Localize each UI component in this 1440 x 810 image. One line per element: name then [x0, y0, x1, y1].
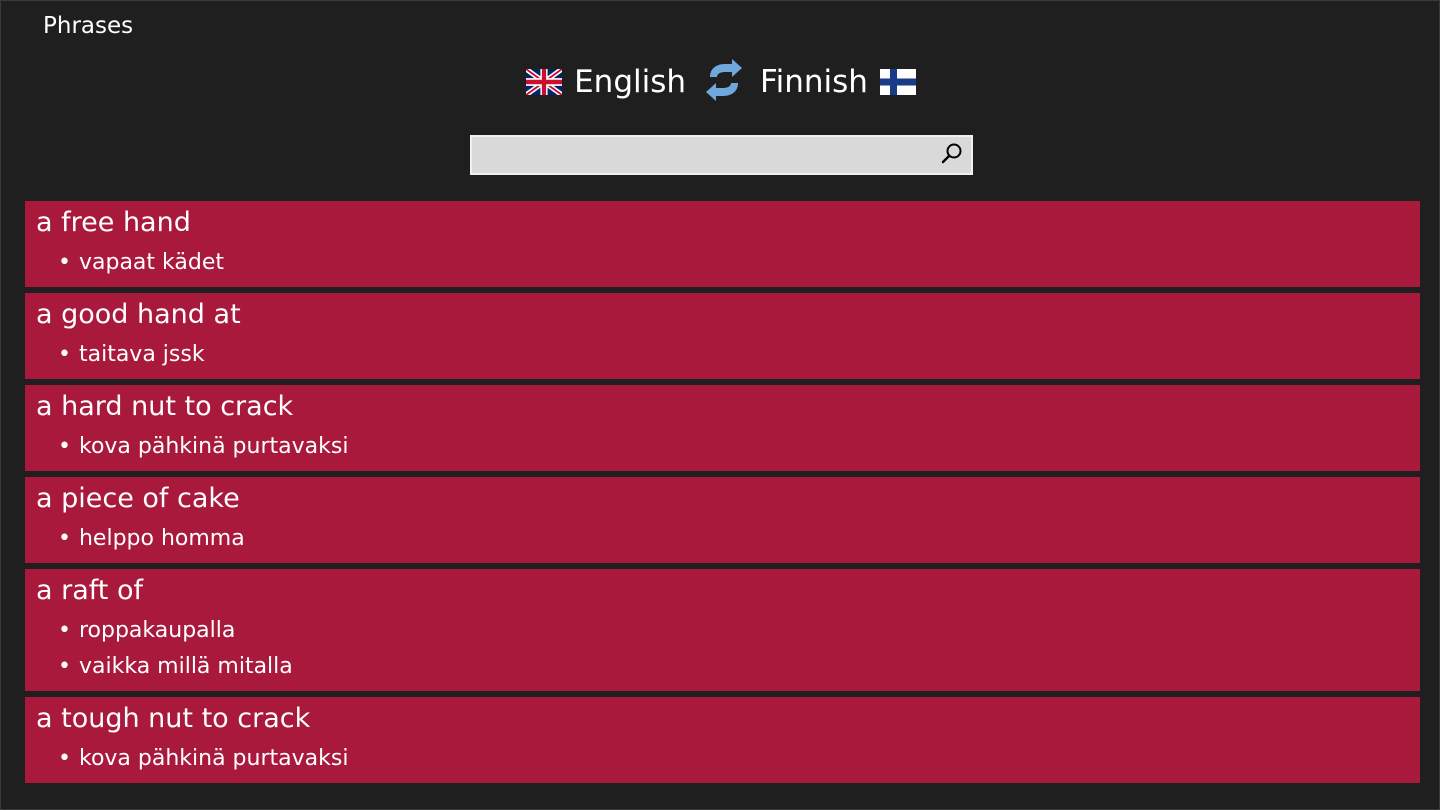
- phrase-entry[interactable]: a free hand • vapaat kädet: [25, 201, 1420, 287]
- target-language-label: Finnish: [760, 64, 868, 100]
- app-title: Phrases: [43, 13, 134, 39]
- bullet-icon: •: [58, 250, 71, 275]
- bullet-icon: •: [58, 654, 71, 679]
- source-language[interactable]: English: [526, 62, 686, 102]
- translation-list: • kova pähkinä purtavaksi: [36, 429, 1408, 465]
- translation-text: vaikka millä mitalla: [78, 654, 293, 679]
- translation-item: • kova pähkinä purtavaksi: [36, 741, 1408, 777]
- translation-item: • kova pähkinä purtavaksi: [36, 429, 1408, 465]
- target-language[interactable]: Finnish: [760, 62, 916, 102]
- bullet-icon: •: [58, 526, 71, 551]
- phrase-text: a good hand at: [36, 299, 241, 330]
- bullet-icon: •: [58, 434, 71, 459]
- phrase-entry[interactable]: a piece of cake • helppo homma: [25, 477, 1420, 563]
- phrase-entry[interactable]: a tough nut to crack • kova pähkinä purtav…: [25, 697, 1420, 783]
- translation-list: • vapaat kädet: [36, 245, 1408, 281]
- search-input[interactable]: [472, 137, 933, 173]
- translation-list: • helppo homma: [36, 521, 1408, 557]
- translation-text: vapaat kädet: [78, 250, 224, 275]
- search-box: [470, 135, 973, 175]
- app-window: Phrases English Finnish a free hand • va…: [0, 0, 1440, 810]
- bullet-icon: •: [58, 746, 71, 771]
- search-button[interactable]: [933, 137, 971, 173]
- swap-languages-button[interactable]: [702, 59, 746, 105]
- translation-list: • taitava jssk: [36, 337, 1408, 373]
- translation-text: roppakaupalla: [78, 618, 236, 643]
- phrase-text: a raft of: [36, 575, 143, 606]
- phrase-entry[interactable]: a good hand at • taitava jssk: [25, 293, 1420, 379]
- translation-item: • vapaat kädet: [36, 245, 1408, 281]
- phrase-entry[interactable]: a raft of • roppakaupalla • vaikka millä mit…: [25, 569, 1420, 691]
- phrase-list: a free hand • vapaat kädet a good hand at • t…: [25, 201, 1420, 789]
- bullet-icon: •: [58, 618, 71, 643]
- phrase-text: a tough nut to crack: [36, 703, 311, 734]
- translation-text: kova pähkinä purtavaksi: [78, 434, 349, 459]
- phrase-text: a hard nut to crack: [36, 391, 294, 422]
- translation-list: • kova pähkinä purtavaksi: [36, 741, 1408, 777]
- swap-arrows-icon: [704, 59, 744, 105]
- phrase-text: a piece of cake: [36, 483, 240, 514]
- finland-flag-icon: [879, 69, 916, 95]
- source-language-label: English: [574, 64, 687, 100]
- translation-item: • roppakaupalla: [36, 613, 1408, 649]
- translation-item: • vaikka millä mitalla: [36, 649, 1408, 685]
- uk-flag-icon: [526, 69, 563, 95]
- bullet-icon: •: [58, 342, 71, 367]
- phrase-entry[interactable]: a hard nut to crack • kova pähkinä purtava…: [25, 385, 1420, 471]
- phrase-text: a free hand: [36, 207, 191, 238]
- translation-item: • taitava jssk: [36, 337, 1408, 373]
- language-bar: English Finnish: [1, 59, 1440, 105]
- translation-text: taitava jssk: [78, 342, 205, 367]
- translation-list: • roppakaupalla • vaikka millä mitalla: [36, 613, 1408, 685]
- translation-text: helppo homma: [78, 526, 245, 551]
- search-icon: [941, 142, 963, 168]
- translation-item: • helppo homma: [36, 521, 1408, 557]
- translation-text: kova pähkinä purtavaksi: [78, 746, 349, 771]
